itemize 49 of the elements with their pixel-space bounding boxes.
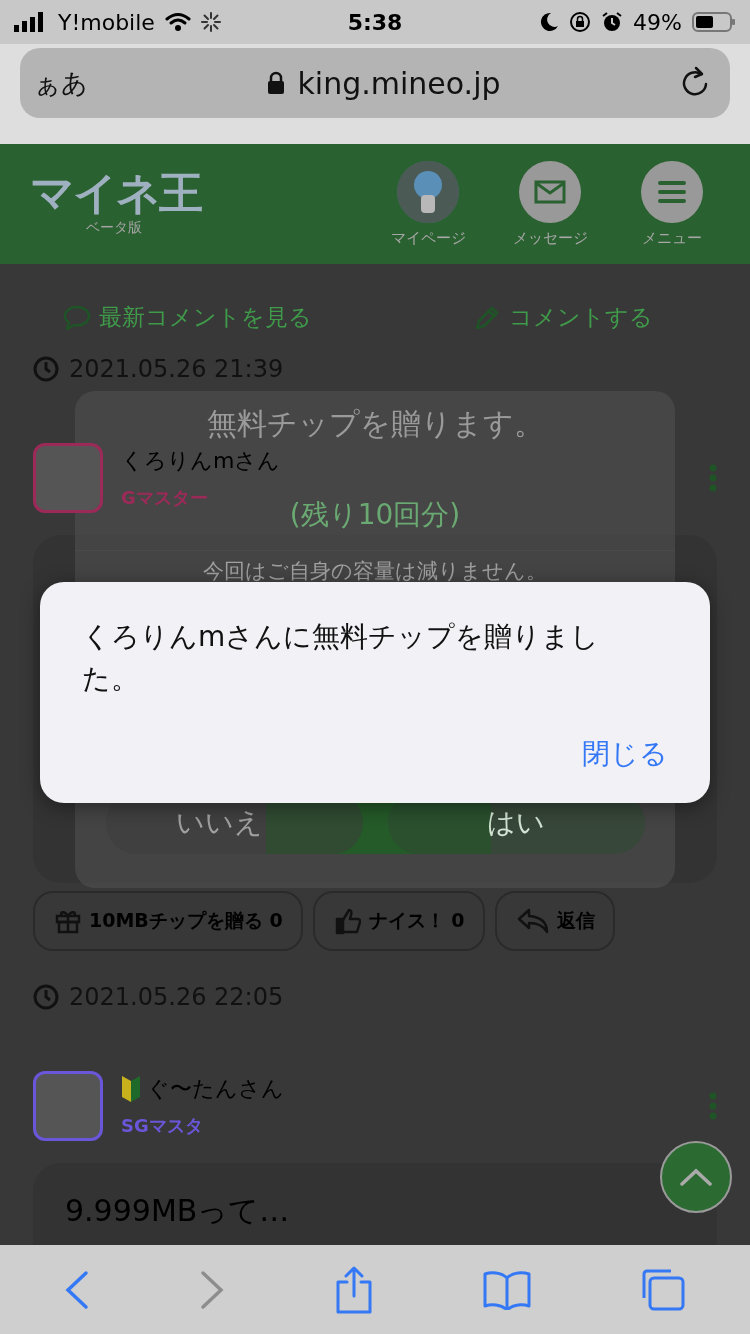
book-icon[interactable] [482, 1269, 531, 1310]
nav-mypage-button[interactable]: マイページ [378, 160, 478, 248]
reply-arrow-icon [516, 907, 549, 935]
status-time: 5:38 [347, 9, 403, 35]
site-logo[interactable]: マイネ王 [30, 171, 201, 215]
reply-button[interactable]: 返信 [494, 891, 615, 951]
clock-icon [33, 984, 59, 1010]
alert-message: くろりんmさんに無料チップを贈りました。 [82, 619, 601, 697]
activity-spinner-icon [200, 12, 221, 32]
user-avatar-placeholder[interactable] [33, 443, 103, 513]
user-rank: SGマスタ [121, 1114, 204, 1138]
more-options-icon[interactable] [709, 464, 717, 492]
clock-icon [33, 356, 59, 382]
moon-icon [539, 12, 560, 32]
user-avatar-placeholder[interactable] [33, 1071, 103, 1141]
close-button[interactable]: 閉じる [582, 735, 668, 773]
user-name[interactable]: ぐ〜たんさん [147, 1074, 284, 1104]
more-options-icon[interactable] [709, 1092, 717, 1120]
nice-button[interactable]: ナイス！ 0 [312, 891, 485, 951]
remaining-count: (残り10回分) [289, 497, 461, 533]
lock-icon [267, 71, 286, 95]
user-rank: Gマスター [121, 486, 209, 510]
dialog-title: 無料チップを贈ります。 [206, 407, 544, 440]
latest-comments-link[interactable]: 最新コメントを見る [63, 302, 312, 333]
battery-percent: 49% [633, 9, 682, 35]
rotation-lock-icon [569, 11, 592, 33]
text-size-button[interactable]: ぁあ [34, 65, 88, 101]
logo-subtitle: ベータ版 [86, 219, 142, 237]
chevron-up-icon [680, 1168, 712, 1186]
user-name[interactable]: くろりんmさん [121, 446, 281, 476]
carrier-name: Y!mobile [58, 9, 155, 35]
mail-icon [534, 179, 566, 204]
avatar-icon [397, 160, 459, 223]
alarm-icon [601, 11, 624, 33]
wifi-icon [164, 12, 191, 32]
menu-icon [657, 179, 687, 204]
write-comment-link[interactable]: コメントする [473, 302, 653, 333]
battery-icon [692, 11, 736, 33]
dialog-note: 今回はご自身の容量は減りません。 [203, 558, 547, 585]
nav-message-button[interactable]: メッセージ [500, 160, 600, 248]
share-icon[interactable] [334, 1265, 374, 1314]
speech-bubble-icon [63, 304, 91, 331]
thumbs-up-icon [334, 907, 361, 935]
gift-icon [55, 908, 81, 934]
send-tip-button[interactable]: 10MBチップを贈る 0 [33, 891, 303, 951]
address-bar[interactable]: ぁあ king.mineo.jp [20, 48, 730, 118]
nav-menu-button[interactable]: メニュー [622, 160, 722, 248]
back-icon[interactable] [64, 1269, 91, 1310]
url-text: king.mineo.jp [297, 65, 501, 101]
